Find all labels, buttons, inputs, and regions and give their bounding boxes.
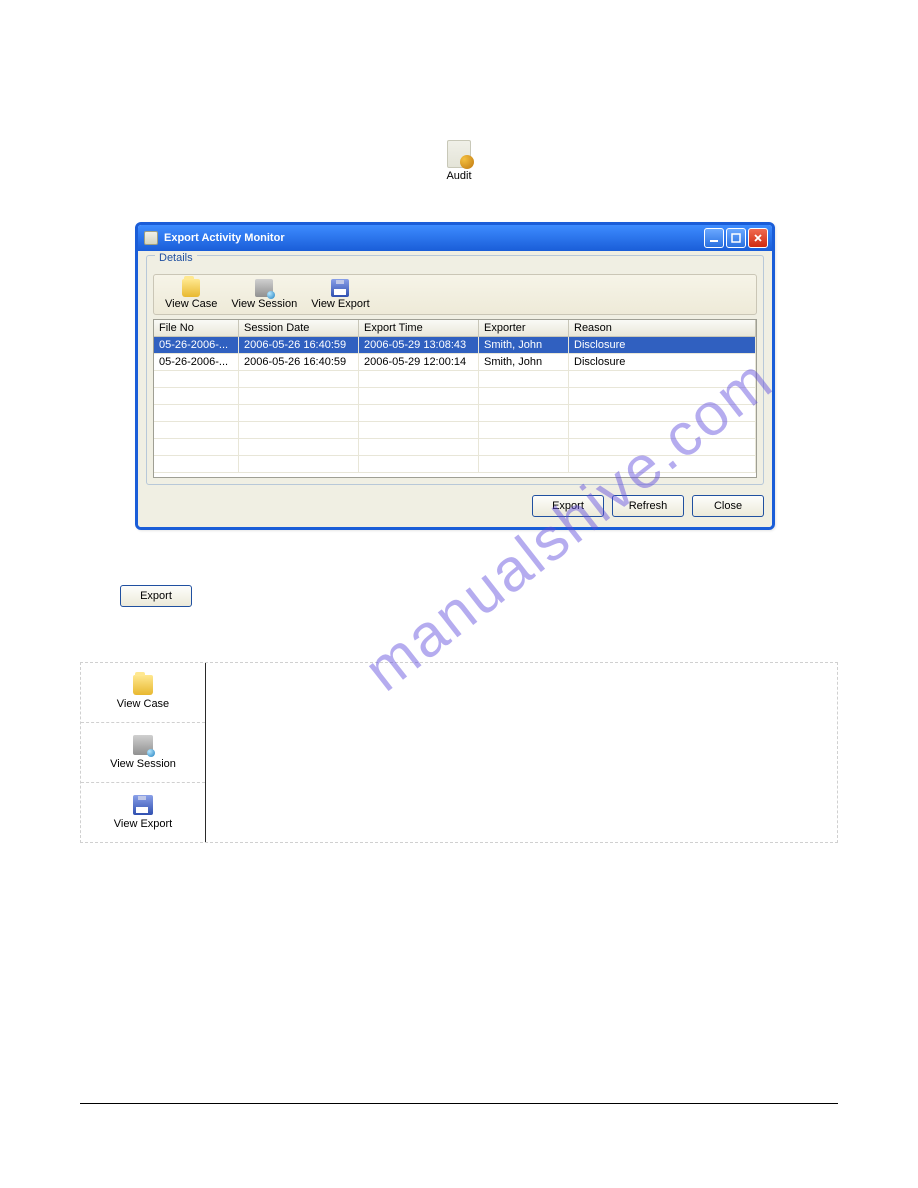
folder-icon <box>133 675 153 695</box>
side-item-label: View Session <box>81 758 205 770</box>
folder-icon <box>182 279 200 297</box>
grid-body: 05-26-2006-... 2006-05-26 16:40:59 2006-… <box>154 337 756 477</box>
toolbar-label: View Export <box>311 298 370 310</box>
export-button-standalone[interactable]: Export <box>120 585 192 607</box>
app-icon <box>144 231 158 245</box>
page-rule <box>80 1103 838 1104</box>
table-row[interactable]: 05-26-2006-... 2006-05-26 16:40:59 2006-… <box>154 337 756 354</box>
table-row-empty <box>154 371 756 388</box>
toolbar-label: View Case <box>165 298 217 310</box>
table-row-empty <box>154 439 756 456</box>
dialog-titlebar[interactable]: Export Activity Monitor <box>138 225 772 251</box>
icon-reference-table: View Case View Session View Export <box>80 662 838 843</box>
toolbar-label: View Session <box>231 298 297 310</box>
export-button[interactable]: Export <box>532 495 604 517</box>
cell: Disclosure <box>569 354 756 371</box>
dialog-button-row: Export Refresh Close <box>146 495 764 517</box>
maximize-button[interactable] <box>726 228 746 248</box>
export-activity-monitor-dialog: Export Activity Monitor Details <box>135 222 775 530</box>
side-item-label: View Case <box>81 698 205 710</box>
dialog-title: Export Activity Monitor <box>164 232 704 244</box>
floppy-icon <box>133 795 153 815</box>
table-row[interactable]: 05-26-2006-... 2006-05-26 16:40:59 2006-… <box>154 354 756 371</box>
audit-shortcut[interactable]: Audit <box>80 140 838 182</box>
view-case-item[interactable]: View Case <box>81 663 205 723</box>
audit-label: Audit <box>446 170 471 182</box>
cell: 05-26-2006-... <box>154 337 239 354</box>
refresh-button[interactable]: Refresh <box>612 495 684 517</box>
table-row-empty <box>154 388 756 405</box>
floppy-icon <box>331 279 349 297</box>
column-header[interactable]: Exporter <box>479 320 569 337</box>
table-row-empty <box>154 456 756 473</box>
cell: 2006-05-29 12:00:14 <box>359 354 479 371</box>
view-export-item[interactable]: View Export <box>81 783 205 842</box>
close-button[interactable] <box>748 228 768 248</box>
view-case-button[interactable]: View Case <box>160 278 222 311</box>
cell: Disclosure <box>569 337 756 354</box>
cell: 2006-05-26 16:40:59 <box>239 354 359 371</box>
cell: Smith, John <box>479 337 569 354</box>
cell: Smith, John <box>479 354 569 371</box>
close-dialog-button[interactable]: Close <box>692 495 764 517</box>
toolbar: View Case View Session View Export <box>153 274 757 315</box>
grid-header[interactable]: File No Session Date Export Time Exporte… <box>154 320 756 337</box>
session-icon <box>255 279 273 297</box>
column-header[interactable]: Export Time <box>359 320 479 337</box>
table-row-empty <box>154 405 756 422</box>
column-header[interactable]: File No <box>154 320 239 337</box>
column-header[interactable]: Reason <box>569 320 756 337</box>
view-session-item[interactable]: View Session <box>81 723 205 783</box>
cell: 05-26-2006-... <box>154 354 239 371</box>
export-grid[interactable]: File No Session Date Export Time Exporte… <box>153 319 757 478</box>
cell: 2006-05-29 13:08:43 <box>359 337 479 354</box>
session-icon <box>133 735 153 755</box>
details-groupbox: Details View Case View Session View Expo… <box>146 255 764 485</box>
groupbox-label: Details <box>155 252 197 264</box>
column-header[interactable]: Session Date <box>239 320 359 337</box>
audit-icon <box>447 140 471 168</box>
side-item-label: View Export <box>81 818 205 830</box>
minimize-button[interactable] <box>704 228 724 248</box>
view-export-button[interactable]: View Export <box>306 278 375 311</box>
table-row-empty <box>154 422 756 439</box>
cell: 2006-05-26 16:40:59 <box>239 337 359 354</box>
view-session-button[interactable]: View Session <box>226 278 302 311</box>
